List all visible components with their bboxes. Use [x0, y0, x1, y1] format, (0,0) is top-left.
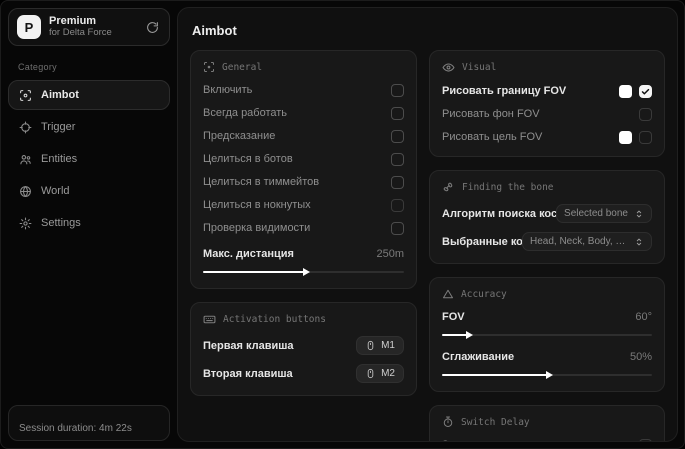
eye-icon: [442, 61, 455, 74]
toggle-row-target-bots: Целиться в ботов: [203, 152, 404, 166]
draw-fov-border-row: Рисовать границу FOV: [442, 84, 652, 98]
sidebar-item-label: World: [41, 185, 70, 197]
checkbox-target-knocked[interactable]: [391, 198, 404, 212]
second-key-row: Вторая клавиша M2: [203, 364, 404, 383]
sidebar-item-label: Aimbot: [41, 89, 79, 101]
checkbox-enable[interactable]: [391, 83, 404, 97]
sidebar-item-world[interactable]: World: [8, 176, 170, 206]
checkbox-target-teammates[interactable]: [391, 175, 404, 189]
smoothing-value: 50%: [629, 351, 652, 363]
checkbox-always-work[interactable]: [391, 106, 404, 120]
sidebar-item-entities[interactable]: Entities: [8, 144, 170, 174]
toggle-row-target-knocked: Целиться в нокнутых: [203, 198, 404, 212]
sidebar: P Premium for Delta Force Category Aimbo…: [1, 1, 177, 448]
scan-icon: [203, 61, 215, 73]
bone-search-algorithm-row: Алгоритм поиска кост Selected bone: [442, 204, 652, 223]
aimbot-icon: [19, 89, 32, 102]
activation-buttons-card: Activation buttons Первая клавиша M1 Вто…: [190, 302, 417, 396]
world-icon: [19, 185, 32, 198]
bone-icon: [442, 181, 455, 194]
category-label: Category: [18, 62, 57, 72]
timer-icon: [442, 416, 454, 428]
second-key-button[interactable]: M2: [356, 364, 404, 383]
checkbox-draw-fov-border[interactable]: [639, 84, 652, 98]
main-panel: Aimbot General Включить Всегда работать …: [177, 7, 678, 442]
finding-bone-card: Finding the bone Алгоритм поиска кост Se…: [429, 170, 665, 264]
max-distance-slider[interactable]: [203, 268, 404, 276]
trigger-icon: [19, 121, 32, 134]
switch-delay-card: Switch Delay Задержка переключения Задер…: [429, 405, 665, 441]
premium-subtitle: for Delta Force: [49, 26, 112, 38]
card-title: Switch Delay: [461, 416, 530, 428]
fov-border-color-swatch[interactable]: [619, 84, 632, 98]
app-logo: P: [17, 15, 41, 39]
checkbox-prediction[interactable]: [391, 129, 404, 143]
first-key-row: Первая клавиша M1: [203, 336, 404, 355]
toggle-row-enable: Включить: [203, 83, 404, 97]
card-title: Visual: [462, 62, 497, 73]
fov-value: 60°: [635, 311, 652, 323]
entities-icon: [19, 153, 32, 166]
checkbox-target-bots[interactable]: [391, 152, 404, 166]
card-title: Activation buttons: [223, 314, 326, 325]
sidebar-item-settings[interactable]: Settings: [8, 208, 170, 238]
fov-target-color-swatch[interactable]: [619, 130, 632, 144]
draw-fov-target-row: Рисовать цель FOV: [442, 130, 652, 144]
premium-card: P Premium for Delta Force: [8, 8, 170, 46]
max-distance-row: Макс. дистанция 250m: [203, 248, 404, 260]
visual-card: Visual Рисовать границу FOV Рисовать фон…: [429, 50, 665, 157]
selected-bones-select[interactable]: Head, Neck, Body, Pe...: [522, 232, 652, 251]
bone-algorithm-select[interactable]: Selected bone: [556, 204, 652, 223]
left-column: General Включить Всегда работать Предска…: [190, 50, 417, 441]
sidebar-item-aimbot[interactable]: Aimbot: [8, 80, 170, 110]
card-title: Accuracy: [461, 288, 507, 300]
smoothing-slider[interactable]: [442, 371, 652, 379]
session-duration-card: Session duration: 4m 22s: [8, 405, 170, 441]
toggle-row-target-teammates: Целиться в тиммейтов: [203, 175, 404, 189]
keyboard-icon: [203, 313, 216, 326]
draw-fov-background-row: Рисовать фон FOV: [442, 107, 652, 121]
fov-row: FOV 60°: [442, 311, 652, 323]
mouse-icon: [365, 368, 376, 379]
premium-title: Premium: [49, 15, 97, 28]
page-title: Aimbot: [192, 23, 237, 38]
accuracy-card: Accuracy FOV 60° Сглаживание 50%: [429, 277, 665, 392]
unfold-icon: [634, 237, 644, 247]
switch-delay-toggle-row: Задержка переключения: [442, 438, 652, 441]
card-title: General: [222, 61, 263, 73]
first-key-button[interactable]: M1: [356, 336, 404, 355]
sidebar-item-label: Entities: [41, 153, 78, 165]
toggle-row-visibility-check: Проверка видимости: [203, 221, 404, 235]
toggle-row-prediction: Предсказание: [203, 129, 404, 143]
sidebar-item-label: Settings: [41, 217, 81, 229]
smoothing-row: Сглаживание 50%: [442, 351, 652, 363]
sidebar-nav: Aimbot Trigger Entities World Settings: [8, 80, 170, 238]
toggle-row-always-work: Всегда работать: [203, 106, 404, 120]
general-card: General Включить Всегда работать Предска…: [190, 50, 417, 289]
unfold-icon: [634, 209, 644, 219]
right-column: Visual Рисовать границу FOV Рисовать фон…: [429, 50, 665, 441]
checkbox-visibility-check[interactable]: [391, 221, 404, 235]
triangle-icon: [442, 288, 454, 300]
app-window: P Premium for Delta Force Category Aimbo…: [0, 0, 685, 449]
checkbox-switch-delay[interactable]: [639, 438, 652, 441]
checkbox-draw-fov-background[interactable]: [639, 107, 652, 121]
sidebar-item-label: Trigger: [41, 121, 76, 133]
fov-slider[interactable]: [442, 331, 652, 339]
checkbox-draw-fov-target[interactable]: [639, 130, 652, 144]
sidebar-item-trigger[interactable]: Trigger: [8, 112, 170, 142]
selected-bones-row: Выбранные кос Head, Neck, Body, Pe...: [442, 232, 652, 251]
mouse-icon: [365, 340, 376, 351]
refresh-icon[interactable]: [144, 19, 161, 36]
session-duration-label: Session duration: 4m 22s: [19, 423, 132, 434]
card-title: Finding the bone: [462, 182, 554, 193]
max-distance-value: 250m: [376, 248, 404, 260]
settings-icon: [19, 217, 32, 230]
